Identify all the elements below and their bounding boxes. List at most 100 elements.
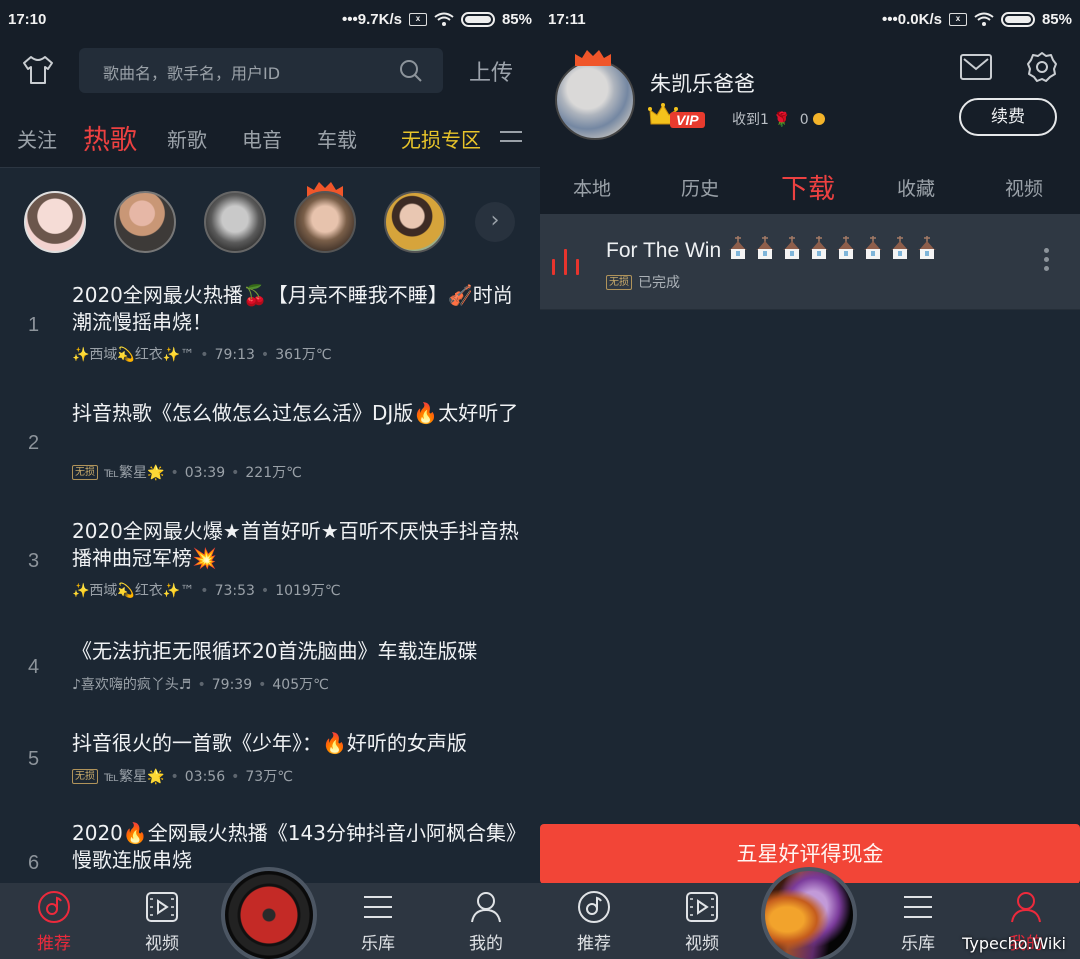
search-placeholder: 歌曲名，歌手名，用户ID	[103, 64, 281, 83]
received-label: 收到1	[732, 112, 769, 128]
duration: 79:39	[211, 677, 253, 693]
song-meta: ✨西域💫红衣✨™ • 79:13 • 361万℃	[72, 347, 332, 363]
vip-badge[interactable]: VIP	[648, 100, 718, 132]
received-gifts: 收到1 🌹 0	[732, 109, 826, 129]
status-time: 17:10	[8, 10, 47, 28]
user-avatar[interactable]	[294, 191, 356, 253]
category-tabs: 关注 热歌 新歌 电音 车载 无损专区	[0, 106, 540, 168]
song-title: 抖音热歌《怎么做怎么过怎么活》DJ版🔥太好听了	[72, 401, 519, 425]
tab-favorites[interactable]: 收藏	[897, 174, 935, 201]
search-icon[interactable]	[399, 59, 423, 83]
song-meta: ✨西域💫红衣✨™ • 73:53 • 1019万℃	[72, 583, 341, 599]
tab-library[interactable]: 乐库	[878, 889, 958, 954]
tab-label: 推荐	[37, 934, 71, 954]
song-title: 2020全网最火爆★首首好听★百听不厌快手抖音热播神曲冠军榜💥	[72, 519, 519, 570]
tab-label: 我的	[469, 934, 503, 954]
tab-recommend[interactable]: 推荐	[554, 889, 634, 954]
church-icon	[837, 236, 856, 259]
status-time: 17:11	[548, 10, 586, 28]
plays: 1019万℃	[275, 583, 341, 599]
now-playing-artwork-button[interactable]	[761, 867, 857, 959]
download-item[interactable]: For The Win 无损 已完成	[540, 214, 1080, 310]
download-status: 已完成	[638, 275, 680, 291]
song-rank: 6	[28, 852, 40, 874]
plays: 361万℃	[275, 347, 332, 363]
more-options-icon[interactable]	[1044, 248, 1050, 275]
tab-label: 乐库	[361, 934, 395, 954]
tab-downloads[interactable]: 下载	[781, 167, 835, 206]
song-rank: 1	[28, 314, 40, 336]
right-screen-my-downloads: 17:11 •••0.0K/s x 85% 朱凯乐爸爸 VIP 收到1 🌹 0 …	[540, 0, 1080, 959]
uploader: ℡繁星🌟	[104, 465, 165, 481]
tab-follow[interactable]: 关注	[17, 124, 57, 153]
left-screen-hot-songs: 17:10 •••9.7K/s x 85% 歌曲名，歌手名，用户ID 上传 关注…	[0, 0, 540, 959]
duration: 73:53	[214, 583, 255, 599]
user-avatar[interactable]	[204, 191, 266, 253]
tab-local[interactable]: 本地	[573, 174, 611, 201]
sim-icon: x	[948, 12, 967, 26]
user-avatar[interactable]	[384, 191, 446, 253]
wifi-icon	[974, 12, 994, 26]
tab-new-songs[interactable]: 新歌	[167, 124, 207, 153]
tab-video[interactable]: 视频	[662, 889, 742, 954]
upload-button[interactable]: 上传	[469, 55, 513, 87]
profile-header: 朱凯乐爸爸 VIP 收到1 🌹 0 续费	[540, 38, 1080, 152]
church-icon	[864, 236, 883, 259]
tab-lossless-zone[interactable]: 无损专区	[401, 124, 481, 153]
tab-video[interactable]: 视频	[122, 889, 202, 954]
top-bar: 歌曲名，歌手名，用户ID 上传	[0, 38, 540, 106]
more-categories-icon[interactable]	[500, 131, 522, 149]
music-disc-icon	[38, 891, 70, 923]
song-meta: 无损 ℡繁星🌟 • 03:56 • 73万℃	[72, 766, 293, 786]
crown-icon	[575, 50, 611, 66]
song-rank: 2	[28, 432, 40, 454]
song-rank: 3	[28, 550, 40, 572]
duration: 03:56	[184, 769, 226, 785]
song-title: 《无法抗拒无限循环20首洗脑曲》车载连版碟	[72, 639, 478, 663]
tab-electronic[interactable]: 电音	[242, 124, 282, 153]
status-bar: 17:11 •••0.0K/s x 85%	[540, 0, 1080, 38]
list-icon	[904, 896, 932, 918]
tab-hot-songs[interactable]: 热歌	[83, 118, 137, 157]
now-playing-vinyl-button[interactable]	[221, 867, 317, 959]
renew-vip-button[interactable]: 续费	[959, 98, 1057, 136]
song-title: 2020全网最火热播🍒【月亮不睡我不睡】🎻时尚潮流慢摇串烧！	[72, 283, 513, 334]
coin-count: 0	[799, 112, 809, 128]
vip-label: VIP	[670, 112, 705, 128]
user-avatar[interactable]	[114, 191, 176, 253]
my-music-tabs: 本地 历史 下载 收藏 视频	[540, 152, 1080, 214]
tab-videos[interactable]: 视频	[1005, 174, 1043, 201]
mail-icon[interactable]	[960, 54, 992, 80]
song-rank: 5	[28, 748, 40, 770]
tab-label: 推荐	[577, 934, 611, 954]
wifi-icon	[434, 12, 454, 26]
church-icon	[891, 236, 910, 259]
skin-shirt-icon[interactable]	[20, 52, 56, 88]
song-rank: 4	[28, 656, 40, 678]
lossless-badge: 无损	[72, 465, 98, 480]
bottom-tab-bar: 推荐 视频 乐库 我的	[0, 867, 540, 959]
profile-avatar[interactable]	[555, 60, 635, 140]
music-disc-icon	[578, 891, 610, 923]
tab-car[interactable]: 车载	[317, 124, 357, 153]
chevron-right-icon[interactable]: ›	[475, 202, 515, 242]
church-icon	[783, 236, 802, 259]
lossless-badge: 无损	[72, 769, 98, 784]
church-icon	[918, 236, 937, 259]
plays: 221万℃	[245, 465, 302, 481]
settings-gear-icon[interactable]	[1026, 51, 1058, 83]
tab-mine[interactable]: 我的	[446, 889, 526, 954]
search-input[interactable]: 歌曲名，歌手名，用户ID	[79, 48, 443, 93]
tab-label: 视频	[145, 934, 179, 954]
song-meta: 无损 ℡繁星🌟 • 03:39 • 221万℃	[72, 462, 302, 482]
duration: 79:13	[214, 347, 255, 363]
download-meta: 无损 已完成	[606, 272, 680, 292]
tab-recommend[interactable]: 推荐	[14, 889, 94, 954]
tab-history[interactable]: 历史	[681, 174, 719, 201]
tab-library[interactable]: 乐库	[338, 889, 418, 954]
list-icon	[364, 896, 392, 918]
user-avatar[interactable]	[24, 191, 86, 253]
profile-name: 朱凯乐爸爸	[650, 72, 755, 96]
coin-icon	[813, 113, 826, 125]
user-icon	[471, 892, 501, 923]
